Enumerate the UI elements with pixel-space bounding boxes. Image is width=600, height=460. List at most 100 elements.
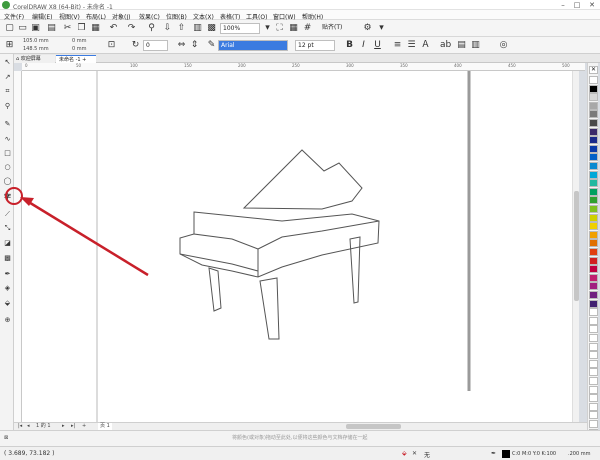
color-swatch[interactable] <box>589 119 598 127</box>
text-type-icon[interactable]: ✎ <box>206 40 217 51</box>
interactive-fill-tool-icon[interactable]: ◈ <box>3 284 12 293</box>
color-swatch[interactable] <box>589 342 598 351</box>
text-properties-icon[interactable]: Ａ <box>420 40 431 51</box>
color-swatch[interactable] <box>589 351 598 360</box>
zoom-level-select[interactable]: 100% <box>220 23 260 34</box>
freehand-tool-icon[interactable]: ✎ <box>3 120 12 129</box>
transparency-tool-icon[interactable]: ▩ <box>3 254 12 263</box>
vertical-ruler[interactable] <box>14 71 22 422</box>
full-screen-icon[interactable]: ⛶ <box>274 23 285 34</box>
rotation-angle-field[interactable]: 0 <box>143 40 168 51</box>
lock-ratio-icon[interactable]: ⊡ <box>106 40 117 51</box>
color-swatch[interactable] <box>589 162 598 170</box>
vertical-scrollbar[interactable] <box>572 71 579 422</box>
tab-welcome-screen[interactable]: ⌂ 欢迎屏幕 <box>13 55 55 63</box>
no-fill-swatch[interactable]: ✕ <box>589 66 598 74</box>
color-swatch[interactable] <box>589 196 598 205</box>
polygon-tool-icon[interactable]: ◯ <box>3 177 12 186</box>
ellipse-tool-icon[interactable]: ○ <box>3 163 12 172</box>
first-page-button[interactable]: |◂ <box>18 423 22 430</box>
next-page-button[interactable]: ▸ <box>62 423 65 430</box>
vertical-text-icon[interactable]: ▥ <box>470 40 481 51</box>
grid-icon[interactable]: # <box>302 23 313 34</box>
color-swatch[interactable] <box>589 265 598 274</box>
page-layout-icon[interactable]: ⊞ <box>4 40 15 51</box>
color-swatch[interactable] <box>589 153 598 162</box>
width-field[interactable]: 0 mm <box>72 38 87 45</box>
color-swatch[interactable] <box>589 256 598 265</box>
height-field[interactable]: 0 mm <box>72 46 87 53</box>
align-text-icon[interactable]: ≡ <box>392 40 403 51</box>
horizontal-text-icon[interactable]: ▤ <box>456 40 467 51</box>
chevron-down-icon[interactable]: ▾ <box>262 23 273 34</box>
color-swatch[interactable] <box>589 230 598 239</box>
color-swatch[interactable] <box>589 334 598 342</box>
color-swatch[interactable] <box>589 144 598 153</box>
snap-to-button[interactable]: 贴齐(T) <box>320 23 354 34</box>
new-document-icon[interactable]: ▢ <box>4 23 15 34</box>
publish-pdf-icon[interactable]: ▥ <box>192 23 203 34</box>
color-swatch[interactable] <box>589 179 598 188</box>
color-swatch[interactable] <box>589 299 598 308</box>
color-swatch[interactable] <box>589 291 598 299</box>
color-swatch[interactable] <box>589 411 598 420</box>
text-tool-icon[interactable]: 字 <box>3 193 12 202</box>
font-family-select[interactable]: Arial <box>218 40 288 51</box>
x-position-field[interactable]: 105.0 mm <box>23 38 49 45</box>
color-swatch[interactable] <box>589 213 598 222</box>
quick-customize-icon[interactable]: ◎ <box>498 40 509 51</box>
open-folder-icon[interactable]: ▭ <box>17 23 28 34</box>
color-swatch[interactable] <box>589 187 598 196</box>
page-tab[interactable]: 页 1 <box>98 423 112 430</box>
close-button[interactable]: ✕ <box>585 0 599 10</box>
color-swatch[interactable] <box>589 127 598 136</box>
color-swatch[interactable] <box>589 205 598 213</box>
options-gear-icon[interactable]: ⚙ <box>362 23 373 34</box>
color-swatch[interactable] <box>589 385 598 394</box>
color-swatch[interactable] <box>589 308 598 317</box>
y-position-field[interactable]: 148.5 mm <box>23 46 49 53</box>
color-swatch[interactable] <box>589 93 598 102</box>
color-swatch[interactable] <box>589 325 598 334</box>
color-swatch[interactable] <box>589 84 598 93</box>
app-launcher-icon[interactable]: ▩ <box>206 23 217 34</box>
italic-button[interactable]: I <box>358 40 369 51</box>
color-swatch[interactable] <box>589 394 598 403</box>
color-swatch[interactable] <box>589 76 598 84</box>
drawing-canvas[interactable] <box>22 71 572 422</box>
copy-icon[interactable]: ❐ <box>76 23 87 34</box>
color-swatch[interactable] <box>589 368 598 377</box>
color-swatch[interactable] <box>589 377 598 385</box>
tab-document[interactable]: 未命名 -1 + <box>56 55 96 63</box>
eyedropper-tool-icon[interactable]: ✒ <box>3 270 12 279</box>
pick-tool-icon[interactable]: ↖ <box>3 58 12 67</box>
redo-icon[interactable]: ↷ <box>126 23 137 34</box>
mirror-horizontal-icon[interactable]: ⇔ <box>176 40 187 51</box>
color-swatch[interactable] <box>589 420 598 428</box>
edit-text-icon[interactable]: ab <box>440 40 451 51</box>
font-size-select[interactable]: 12 pt <box>295 40 335 51</box>
add-page-button[interactable]: + <box>82 423 86 430</box>
vertical-scroll-thumb[interactable] <box>574 191 579 301</box>
document-palette-none-icon[interactable]: ⊠ <box>4 435 8 442</box>
launch-icon[interactable]: ▾ <box>376 23 387 34</box>
print-icon[interactable]: ▤ <box>46 23 57 34</box>
parallel-dimension-tool-icon[interactable]: ⟋ <box>3 210 12 219</box>
color-swatch[interactable] <box>589 222 598 231</box>
color-swatch[interactable] <box>589 248 598 256</box>
color-swatch[interactable] <box>589 170 598 179</box>
bullet-list-icon[interactable]: ☰ <box>406 40 417 51</box>
minimize-button[interactable]: – <box>556 0 570 10</box>
color-swatch[interactable] <box>589 402 598 411</box>
export-icon[interactable]: ⇧ <box>176 23 187 34</box>
bold-button[interactable]: B <box>344 40 355 51</box>
previous-page-button[interactable]: ◂ <box>27 423 30 430</box>
save-icon[interactable]: ▣ <box>30 23 41 34</box>
search-content-icon[interactable]: ⚲ <box>146 23 157 34</box>
mirror-vertical-icon[interactable]: ⇕ <box>189 40 200 51</box>
horizontal-ruler[interactable]: 0 50 100 150 200 250 300 350 400 450 500 <box>22 63 585 71</box>
shape-tool-icon[interactable]: ↗ <box>3 73 12 82</box>
add-tool-icon[interactable]: ⊕ <box>3 316 12 325</box>
color-swatch[interactable] <box>589 136 598 145</box>
zoom-tool-icon[interactable]: ⚲ <box>3 102 12 111</box>
